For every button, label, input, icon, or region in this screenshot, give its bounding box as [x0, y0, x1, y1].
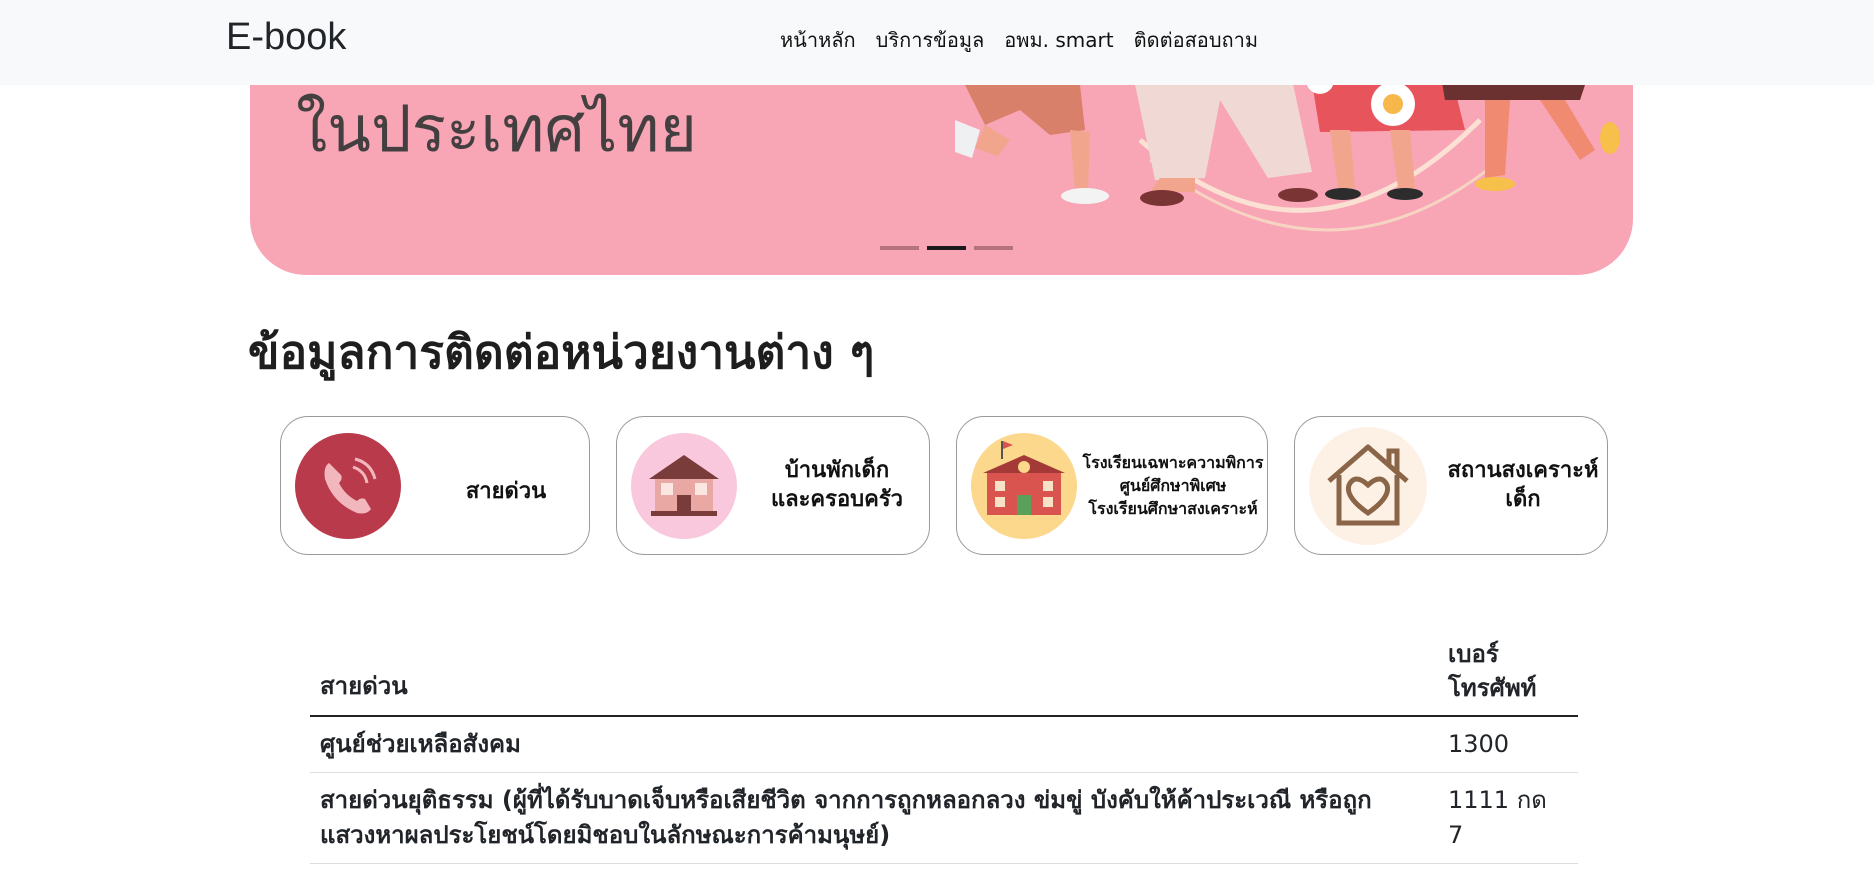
nav-link-home[interactable]: หน้าหลัก: [780, 24, 856, 56]
table-row: ศูนย์ช่วยเหลือสังคม 1300: [310, 716, 1578, 773]
category-label: บ้านพักเด็ก และครอบครัว: [757, 457, 917, 514]
category-label-line: สถานสงเคราะห์: [1447, 458, 1599, 483]
hotline-name: ศูนย์ช่วยเหลือสังคม: [310, 716, 1438, 773]
hotline-phone[interactable]: 1111 กด 7: [1438, 772, 1578, 864]
heart-house-icon: [1309, 427, 1427, 545]
carousel-indicators: [880, 246, 1013, 250]
column-header-name: สายด่วน: [310, 630, 1438, 718]
category-card-child-shelter[interactable]: บ้านพักเด็ก และครอบครัว: [616, 416, 930, 555]
category-label: โรงเรียนเฉพาะความพิการ ศูนย์ศึกษาพิเศษ โ…: [1081, 451, 1265, 521]
nav-link-services[interactable]: บริการข้อมูล: [876, 24, 985, 56]
banner-carousel[interactable]: ในประเทศไทย: [250, 60, 1633, 275]
hotline-phone[interactable]: 1300: [1438, 716, 1578, 773]
carousel-indicator-active[interactable]: [927, 246, 966, 250]
category-label-line: โรงเรียนศึกษาสงเคราะห์: [1088, 499, 1258, 519]
banner-illustration: [955, 66, 1620, 232]
category-label: สายด่วน: [465, 479, 547, 504]
table-row: สายด่วนยุติธรรม (ผู้ที่ได้รับบาดเจ็บหรือ…: [310, 772, 1578, 864]
category-label-line: เด็ก: [1505, 486, 1541, 512]
school-icon: [971, 433, 1077, 539]
section-title: ข้อมูลการติดต่อหน่วยงานต่าง ๆ: [248, 325, 875, 379]
nav-menu: หน้าหลัก บริการข้อมูล อพม. smart ติดต่อส…: [780, 24, 1258, 56]
category-label-line: บ้านพักเด็ก: [784, 458, 890, 483]
column-header-phone-line: โทรศัพท์: [1448, 673, 1537, 702]
brand-logo[interactable]: E-book: [226, 16, 346, 59]
nav-link-smart[interactable]: อพม. smart: [1004, 24, 1113, 56]
hotline-table: สายด่วน เบอร์ โทรศัพท์ ศูนย์ช่วยเหลือสัง…: [310, 630, 1578, 864]
carousel-indicator[interactable]: [880, 246, 919, 250]
house-icon: [631, 433, 737, 539]
category-label-line: ศูนย์ศึกษาพิเศษ: [1119, 476, 1227, 496]
category-card-children-home[interactable]: สถานสงเคราะห์ เด็ก: [1294, 416, 1608, 555]
column-header-phone: เบอร์ โทรศัพท์: [1438, 630, 1578, 718]
category-card-special-school[interactable]: โรงเรียนเฉพาะความพิการ ศูนย์ศึกษาพิเศษ โ…: [956, 416, 1268, 555]
nav-link-contact[interactable]: ติดต่อสอบถาม: [1134, 24, 1258, 56]
phone-icon: [295, 433, 401, 539]
hotline-name: สายด่วนยุติธรรม (ผู้ที่ได้รับบาดเจ็บหรือ…: [310, 772, 1438, 864]
category-card-hotline[interactable]: สายด่วน: [280, 416, 590, 555]
navbar: E-book หน้าหลัก บริการข้อมูล อพม. smart …: [0, 0, 1874, 85]
category-label-line: และครอบครัว: [770, 486, 904, 512]
category-label: สถานสงเคราะห์ เด็ก: [1443, 457, 1603, 514]
column-header-phone-line: เบอร์: [1448, 640, 1499, 668]
category-label-line: โรงเรียนเฉพาะความพิการ: [1082, 453, 1264, 472]
carousel-indicator[interactable]: [974, 246, 1013, 250]
table-header-row: สายด่วน เบอร์ โทรศัพท์: [310, 630, 1578, 718]
